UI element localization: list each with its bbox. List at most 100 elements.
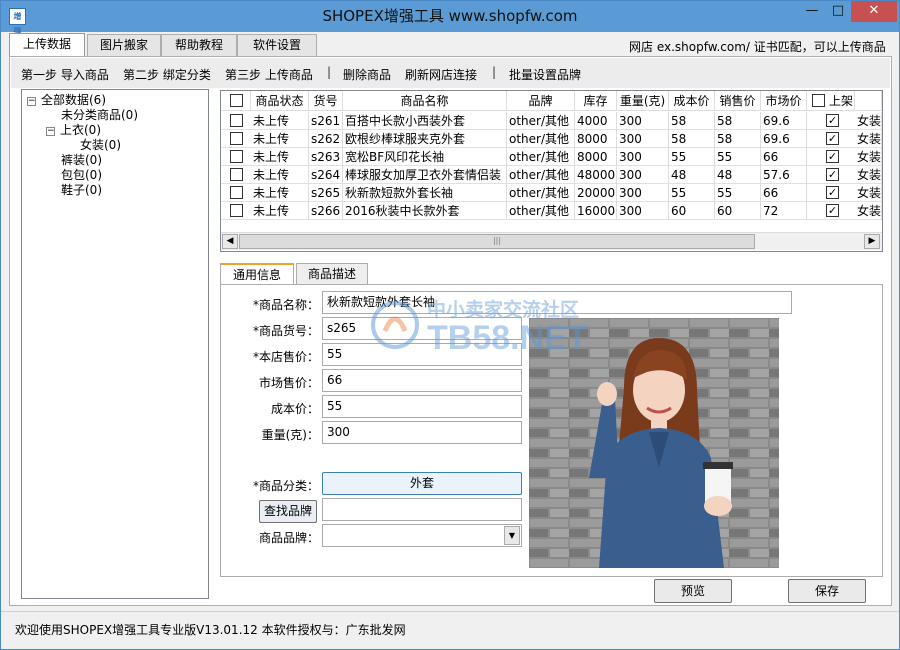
tab-help[interactable]: 帮助教程 [161,34,237,56]
column-header[interactable]: 商品状态 [251,91,309,111]
tree-node-women[interactable]: 女装(0) [80,138,121,152]
listed-checkbox[interactable]: ✓ [826,186,839,199]
cell-stock: 8000 [575,148,617,166]
cell-weight: 300 [617,202,669,220]
status-text: 欢迎使用SHOPEX增强工具专业版V13.01.12 本软件授权与：广东批发网 [15,623,406,637]
column-header[interactable]: 销售价 [715,91,761,111]
batch-brand-button[interactable]: 批量设置品牌 [509,66,581,83]
tab-upload-data[interactable]: 上传数据 [9,33,85,57]
cell-brand: other/其他 [507,202,575,220]
cell-status: 未上传 [251,112,309,130]
cell-status: 未上传 [251,148,309,166]
preview-button[interactable]: 预览 [654,579,732,603]
cell-cat: 女装 [857,184,882,202]
listed-checkbox[interactable]: ✓ [826,168,839,181]
scroll-left-button[interactable]: ◀ [222,234,238,249]
cell-market: 66 [761,148,807,166]
tree-node-all[interactable]: − 全部数据(6) [27,93,106,107]
tab-settings[interactable]: 软件设置 [237,34,317,56]
maximize-button[interactable]: □ [825,1,851,22]
status-bar: 欢迎使用SHOPEX增强工具专业版V13.01.12 本软件授权与：广东批发网 [1,611,899,649]
cell-stock: 48000 [577,166,617,184]
cell-name: 2016秋装中长款外套 [343,202,507,220]
table-row[interactable]: 未上传 s264 棒球服女加厚卫衣外套情侣装 other/其他 48000 300 48 48… [221,166,882,184]
column-header[interactable]: 重量(克) [617,91,669,111]
column-header[interactable]: 货号 [309,91,343,111]
table-row[interactable]: 未上传 s262 欧根纱棒球服夹克外套 other/其他 8000 300 58 58 69.6… [221,130,882,148]
close-button[interactable]: ✕ [851,1,897,22]
general-info-panel: *商品名称： 秋新款短款外套长袖 *商品货号： s265 *本店售价： 55 市… [220,284,883,577]
minimize-button[interactable]: — [799,1,825,22]
category-select-button[interactable]: 外套 [322,472,522,495]
listed-checkbox[interactable]: ✓ [826,204,839,217]
cell-price: 58 [715,112,761,130]
column-header[interactable]: 品牌 [507,91,575,111]
cell-name: 棒球服女加厚卫衣外套情侣装 [343,166,507,184]
brand-label: 商品品牌： [258,531,319,545]
row-select-checkbox[interactable] [230,114,243,127]
column-header[interactable]: 上架 [829,91,853,111]
cell-brand: other/其他 [507,130,575,148]
tab-product-description[interactable]: 商品描述 [296,263,368,285]
brand-select[interactable]: ▼ [322,524,522,547]
listed-all-checkbox[interactable] [812,94,825,107]
column-header[interactable]: 成本价 [669,91,715,111]
cell-brand: other/其他 [507,184,575,202]
cost-input[interactable]: 55 [322,395,522,418]
collapse-icon[interactable]: − [27,97,36,106]
column-header[interactable] [855,91,882,111]
table-row[interactable]: 未上传 s263 宽松BF风印花长袖 other/其他 8000 300 55 55 66 女装 ✓ [221,148,882,166]
tree-node-bags[interactable]: 包包(0) [61,168,102,182]
cell-sku: s264 [309,166,343,184]
window-title: SHOPEX增强工具 www.shopfw.com [322,7,578,25]
row-select-checkbox[interactable] [230,168,243,181]
collapse-icon[interactable]: − [46,127,55,136]
table-row[interactable]: 未上传 s265 秋新款短款外套长袖 other/其他 20000 300 55 55 66 女装… [221,184,882,202]
cell-name: 秋新款短款外套长袖 [343,184,507,202]
select-all-checkbox[interactable] [230,94,243,107]
find-brand-button[interactable]: 查找品牌 [259,500,317,523]
row-select-checkbox[interactable] [230,186,243,199]
column-header[interactable]: 市场价 [761,91,807,111]
cell-cat: 女装 [857,148,882,166]
tree-node-uncategorized[interactable]: 未分类商品(0) [61,108,138,122]
cell-brand: other/其他 [507,166,575,184]
column-header[interactable]: 库存 [575,91,617,111]
listed-checkbox[interactable]: ✓ [826,114,839,127]
save-button[interactable]: 保存 [788,579,866,603]
cell-status: 未上传 [251,130,309,148]
listed-checkbox[interactable]: ✓ [826,150,839,163]
select-all-cell [221,91,251,111]
tab-general-info[interactable]: 通用信息 [220,263,294,285]
brand-search-input[interactable] [322,498,522,521]
row-select-checkbox[interactable] [230,132,243,145]
listed-checkbox[interactable]: ✓ [826,132,839,145]
weight-input[interactable]: 300 [322,421,522,444]
tree-node-pants[interactable]: 裤装(0) [61,153,102,167]
cell-cost: 58 [669,130,715,148]
tree-node-shoes[interactable]: 鞋子(0) [61,183,102,197]
grid-horizontal-scrollbar[interactable]: ◀ ||| ▶ [221,232,882,250]
table-row[interactable]: 未上传 s266 2016秋装中长款外套 other/其他 16000 300 60 60 72… [221,202,882,220]
cell-market: 69.6 [761,130,807,148]
delete-products-button[interactable]: 删除商品 [343,66,391,83]
import-products-button[interactable]: 第一步 导入商品 [21,66,109,83]
grid-header: 商品状态 货号 商品名称 品牌 库存 重量(克) 成本价 销售价 市场价 上架 [221,91,882,111]
chevron-down-icon[interactable]: ▼ [504,526,520,545]
market-price-input[interactable]: 66 [322,369,522,392]
cell-sku: s262 [309,130,343,148]
toolbar-separator: | [492,65,497,79]
product-grid: 商品状态 货号 商品名称 品牌 库存 重量(克) 成本价 销售价 市场价 上架 … [220,90,883,252]
table-row[interactable]: 未上传 s261 百搭中长款小西装外套 other/其他 4000 300 58 58 69.6… [221,112,882,130]
title-bar[interactable]: 增强 SHOPEX增强工具 www.shopfw.com — □ ✕ [1,1,899,36]
column-header[interactable]: 商品名称 [343,91,507,111]
row-select-checkbox[interactable] [230,150,243,163]
row-select-checkbox[interactable] [230,204,243,217]
upload-products-button[interactable]: 第三步 上传商品 [225,66,313,83]
tab-image-move[interactable]: 图片搬家 [87,34,161,56]
refresh-connection-button[interactable]: 刷新网店连接 [405,66,477,83]
scroll-right-button[interactable]: ▶ [864,234,880,249]
tree-node-tops[interactable]: − 上衣(0) [46,123,101,137]
scroll-thumb[interactable]: ||| [239,234,755,249]
bind-category-button[interactable]: 第二步 绑定分类 [123,66,211,83]
